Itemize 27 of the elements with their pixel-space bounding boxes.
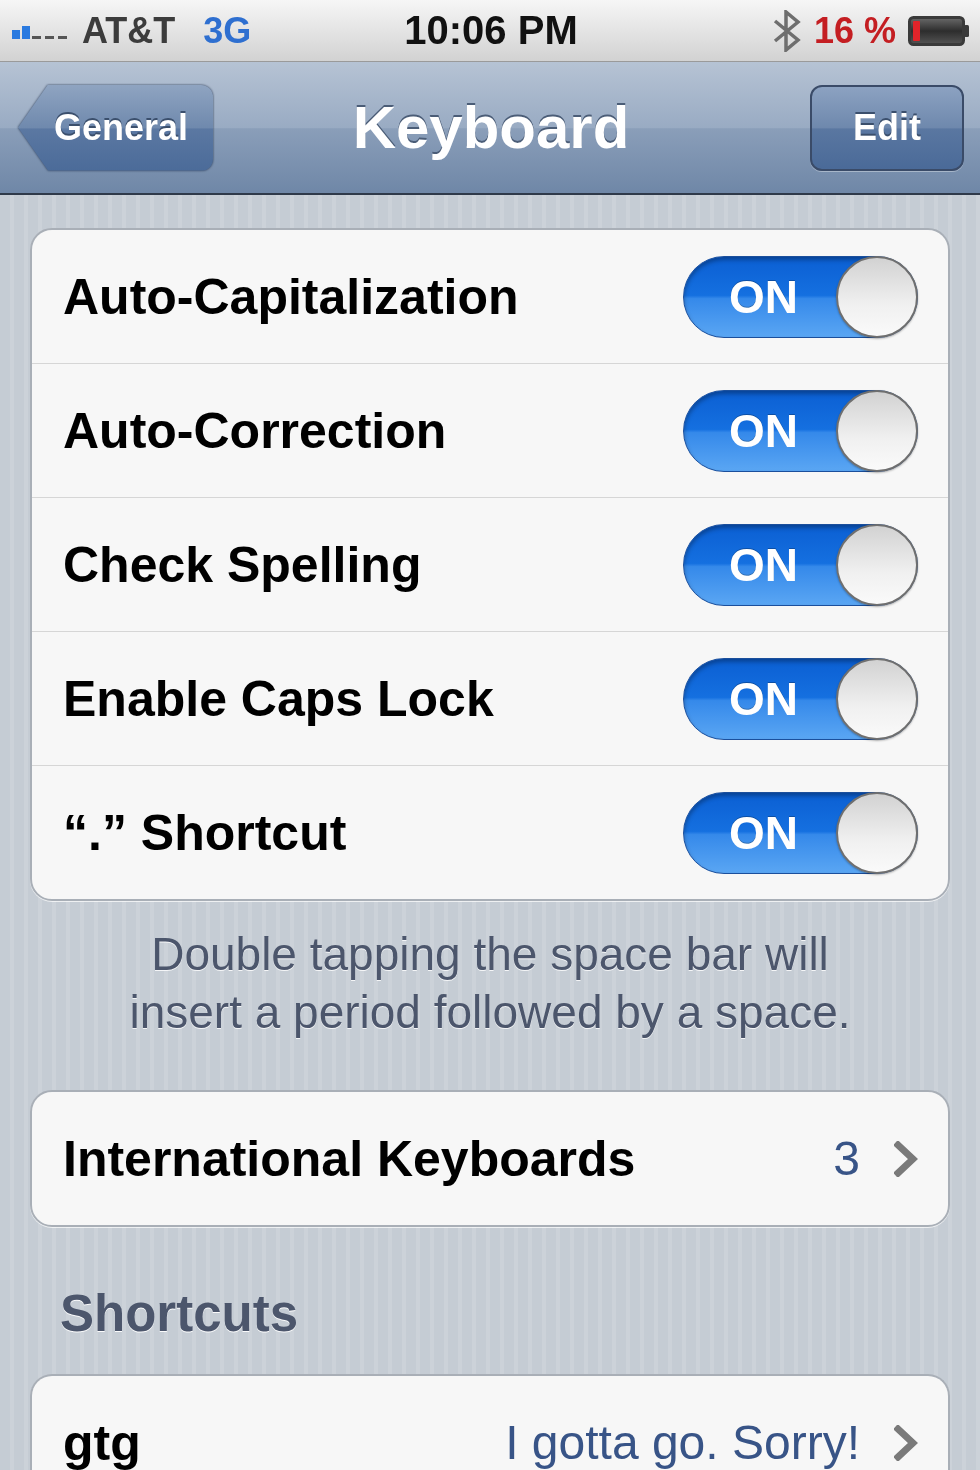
setting-value: 3	[833, 1131, 860, 1186]
screen-title: Keyboard	[352, 93, 630, 162]
status-time: 10:06 PM	[404, 8, 578, 53]
section-footer-note: Double tapping the space bar will insert a period followed by a space.	[128, 927, 852, 1040]
setting-value: I gotta go. Sorry!	[505, 1415, 860, 1470]
setting-label: International Keyboards	[63, 1129, 636, 1188]
carrier-name: AT&T	[82, 9, 176, 52]
setting-label: Auto-Capitalization	[63, 267, 519, 326]
toggle-switch[interactable]: ON	[683, 523, 918, 606]
setting-label: Enable Caps Lock	[63, 669, 494, 728]
toggle-switch[interactable]: ON	[683, 255, 918, 338]
battery-icon	[908, 15, 970, 46]
toggle-switch[interactable]: ON	[683, 389, 918, 472]
setting-label: gtg	[63, 1413, 141, 1470]
bluetooth-icon	[771, 9, 802, 52]
chevron-right-icon	[894, 1424, 918, 1461]
setting-label: “.” Shortcut	[63, 803, 347, 862]
back-button[interactable]: General	[18, 84, 213, 171]
battery-percent: 16 %	[813, 9, 896, 52]
toggle-switch[interactable]: ON	[683, 657, 918, 740]
setting-label: Check Spelling	[63, 535, 422, 594]
toggle-switch[interactable]: ON	[683, 791, 918, 874]
chevron-right-icon	[894, 1140, 918, 1177]
section-header: Shortcuts	[59, 1284, 300, 1344]
setting-label: Auto-Correction	[63, 401, 447, 460]
network-type: 3G	[203, 9, 252, 52]
edit-button[interactable]: Edit	[810, 84, 964, 171]
